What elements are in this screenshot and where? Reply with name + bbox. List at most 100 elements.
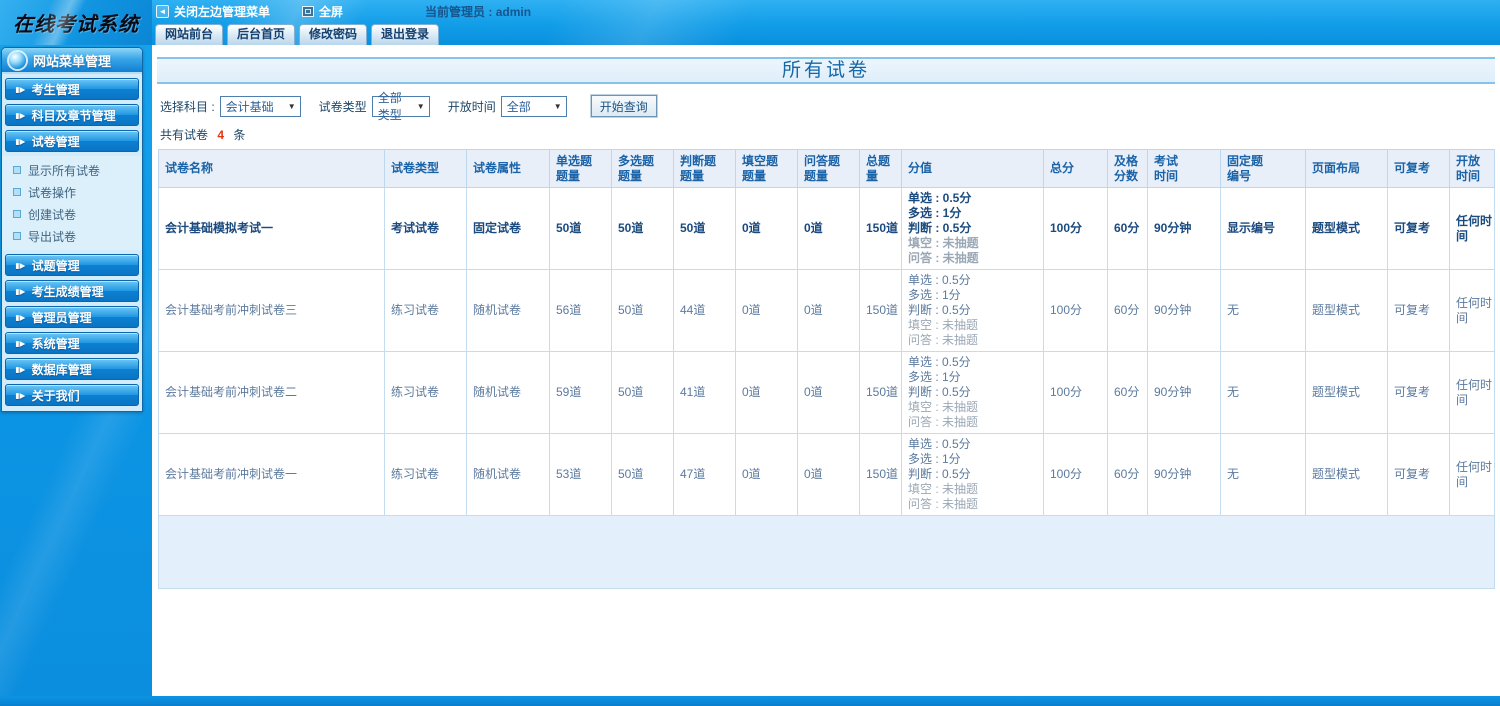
- expand-icon: ▮▶: [15, 136, 26, 146]
- sidebar-group-subject-chapter-mgmt[interactable]: ▮▶ 科目及章节管理: [5, 104, 139, 126]
- sidebar-group-label: 考生管理: [31, 82, 80, 97]
- cell-pass-score: 60分: [1107, 187, 1148, 270]
- cell-total-count: 150道: [859, 187, 902, 270]
- score-line: 多选 : 1分: [908, 370, 961, 384]
- cell-page-layout: 题型模式: [1305, 351, 1388, 434]
- sidebar-group-label: 数据库管理: [31, 362, 92, 377]
- cell-qa-count: 0道: [797, 187, 860, 270]
- fullscreen-button[interactable]: 全屏: [302, 3, 343, 20]
- sidebar-group-score-mgmt[interactable]: ▮▶ 考生成绩管理: [5, 280, 139, 302]
- cell-judge-count: 47道: [673, 433, 736, 516]
- col-header-fill-blank-count: 填空题 题量: [735, 149, 798, 188]
- cell-total-score: 100分: [1043, 187, 1108, 270]
- tab-admin-home[interactable]: 后台首页: [227, 24, 296, 45]
- score-line: 多选 : 1分: [908, 452, 961, 466]
- cell-paper-type: 考试试卷: [384, 187, 467, 270]
- score-line: 单选 : 0.5分: [908, 437, 971, 451]
- cell-retake: 可复考: [1387, 433, 1450, 516]
- cell-single-choice-count: 53道: [549, 433, 612, 516]
- sphere-icon: [9, 51, 26, 69]
- sidebar-group-question-mgmt[interactable]: ▮▶ 试题管理: [5, 254, 139, 276]
- cell-open-time: 任何时间: [1449, 433, 1495, 516]
- sidebar-menu-panel: 网站菜单管理 ▮▶ 考生管理 ▮▶ 科目及章节管理 ▮▶ 试卷管理 显示所有试卷 试卷操作 创建…: [1, 47, 143, 412]
- cell-pass-score: 60分: [1107, 269, 1148, 352]
- cell-fill-blank-count: 0道: [735, 269, 798, 352]
- close-left-menu-button[interactable]: ◄ 关闭左边管理菜单: [156, 3, 270, 20]
- sidebar-item-export-paper[interactable]: 导出试卷: [2, 225, 142, 247]
- sidebar-item-create-paper[interactable]: 创建试卷: [2, 203, 142, 225]
- col-header-fixed-question-number: 固定题 编号: [1220, 149, 1306, 188]
- cell-exam-duration: 90分钟: [1147, 351, 1221, 434]
- table-row: 会计基础考前冲刺试卷一 练习试卷 随机试卷 53道 50道 47道 0道 0道 150道 单选 :…: [158, 433, 1495, 516]
- summary-suffix: 条: [233, 128, 246, 142]
- sidebar-group-label: 关于我们: [31, 388, 80, 403]
- score-line: 单选 : 0.5分: [908, 191, 972, 205]
- sidebar-group-admin-mgmt[interactable]: ▮▶ 管理员管理: [5, 306, 139, 328]
- cell-paper-name: 会计基础考前冲刺试卷二: [158, 351, 385, 434]
- expand-icon: ▮▶: [15, 390, 26, 400]
- tab-site-front[interactable]: 网站前台: [155, 24, 224, 45]
- filter-bar: 选择科目 : 会计基础 ▼ 试卷类型 全部类型 ▼ 开放时间 全部 ▼ 开始查询: [160, 91, 1495, 122]
- expand-icon: ▮▶: [15, 286, 26, 296]
- expand-icon: ▮▶: [15, 110, 26, 120]
- sidebar-group-label: 考生成绩管理: [31, 284, 104, 299]
- score-line: 问答 : 未抽题: [908, 251, 979, 265]
- sidebar-item-paper-operation[interactable]: 试卷操作: [2, 181, 142, 203]
- cell-total-count: 150道: [859, 351, 902, 434]
- sidebar-group-examinee-mgmt[interactable]: ▮▶ 考生管理: [5, 78, 139, 100]
- app-logo: 在线考试系统: [0, 0, 152, 45]
- sidebar-group-database-mgmt[interactable]: ▮▶ 数据库管理: [5, 358, 139, 380]
- sidebar-item-label: 试卷操作: [28, 185, 77, 200]
- subject-filter-label: 选择科目 :: [160, 99, 215, 114]
- cell-retake: 可复考: [1387, 187, 1450, 270]
- tab-logout[interactable]: 退出登录: [371, 24, 440, 45]
- cell-pass-score: 60分: [1107, 433, 1148, 516]
- paper-type-select[interactable]: 全部类型 ▼: [371, 91, 430, 122]
- col-header-single-choice-count: 单选题 题量: [549, 149, 612, 188]
- sidebar-group-paper-mgmt[interactable]: ▮▶ 试卷管理: [5, 130, 139, 152]
- cell-score-per-type: 单选 : 0.5分 多选 : 1分 判断 : 0.5分 填空 : 未抽题 问答 : 未抽…: [901, 187, 1044, 270]
- close-left-menu-label: 关闭左边管理菜单: [174, 4, 271, 19]
- cell-paper-attr: 固定试卷: [466, 187, 550, 270]
- cell-judge-count: 41道: [673, 351, 736, 434]
- cell-fixed-question-number: 无: [1220, 433, 1306, 516]
- bullet-icon: [13, 188, 21, 196]
- tab-change-password[interactable]: 修改密码: [299, 24, 368, 45]
- score-line: 填空 : 未抽题: [908, 236, 979, 250]
- summary-count: 4: [217, 128, 225, 142]
- cell-open-time: 任何时间: [1449, 269, 1495, 352]
- subject-select[interactable]: 会计基础 ▼: [219, 95, 301, 117]
- sidebar-item-show-all-papers[interactable]: 显示所有试卷: [2, 159, 142, 181]
- sidebar-group-system-mgmt[interactable]: ▮▶ 系统管理: [5, 332, 139, 354]
- col-header-paper-type: 试卷类型: [384, 149, 467, 188]
- score-line: 填空 : 未抽题: [908, 318, 979, 332]
- sidebar-menu: ▮▶ 考生管理 ▮▶ 科目及章节管理 ▮▶ 试卷管理 显示所有试卷 试卷操作 创建试卷 导出试卷 ▮…: [2, 78, 142, 406]
- expand-icon: ▮▶: [15, 260, 26, 270]
- summary: 共有试卷 4 条: [160, 126, 1495, 143]
- score-line: 单选 : 0.5分: [908, 355, 971, 369]
- cell-total-score: 100分: [1043, 351, 1108, 434]
- cell-single-choice-count: 50道: [549, 187, 612, 270]
- fullscreen-icon: [302, 5, 315, 17]
- page-title: 所有试卷: [157, 57, 1495, 84]
- cell-page-layout: 题型模式: [1305, 269, 1388, 352]
- cell-judge-count: 50道: [673, 187, 736, 270]
- cell-exam-duration: 90分钟: [1147, 433, 1221, 516]
- col-header-open-time: 开放时间: [1449, 149, 1495, 188]
- score-line: 问答 : 未抽题: [908, 415, 979, 429]
- open-time-select[interactable]: 全部 ▼: [500, 95, 567, 117]
- sidebar-group-about-us[interactable]: ▮▶ 关于我们: [5, 384, 139, 406]
- sidebar-group-label: 试题管理: [31, 258, 80, 273]
- search-button[interactable]: 开始查询: [590, 95, 657, 117]
- sidebar-item-label: 显示所有试卷: [28, 163, 101, 178]
- tab-bar: 网站前台 后台首页 修改密码 退出登录: [152, 22, 1500, 45]
- cell-total-score: 100分: [1043, 269, 1108, 352]
- cell-score-per-type: 单选 : 0.5分 多选 : 1分 判断 : 0.5分 填空 : 未抽题 问答 : 未抽…: [901, 351, 1044, 434]
- expand-icon: ▮▶: [15, 338, 26, 348]
- sidebar-group-label: 试卷管理: [31, 134, 80, 149]
- cell-exam-duration: 90分钟: [1147, 187, 1221, 270]
- subject-select-value: 会计基础: [225, 99, 274, 114]
- cell-retake: 可复考: [1387, 269, 1450, 352]
- sidebar: 网站菜单管理 ▮▶ 考生管理 ▮▶ 科目及章节管理 ▮▶ 试卷管理 显示所有试卷 试卷操作 创建…: [0, 45, 152, 696]
- cell-paper-type: 练习试卷: [384, 433, 467, 516]
